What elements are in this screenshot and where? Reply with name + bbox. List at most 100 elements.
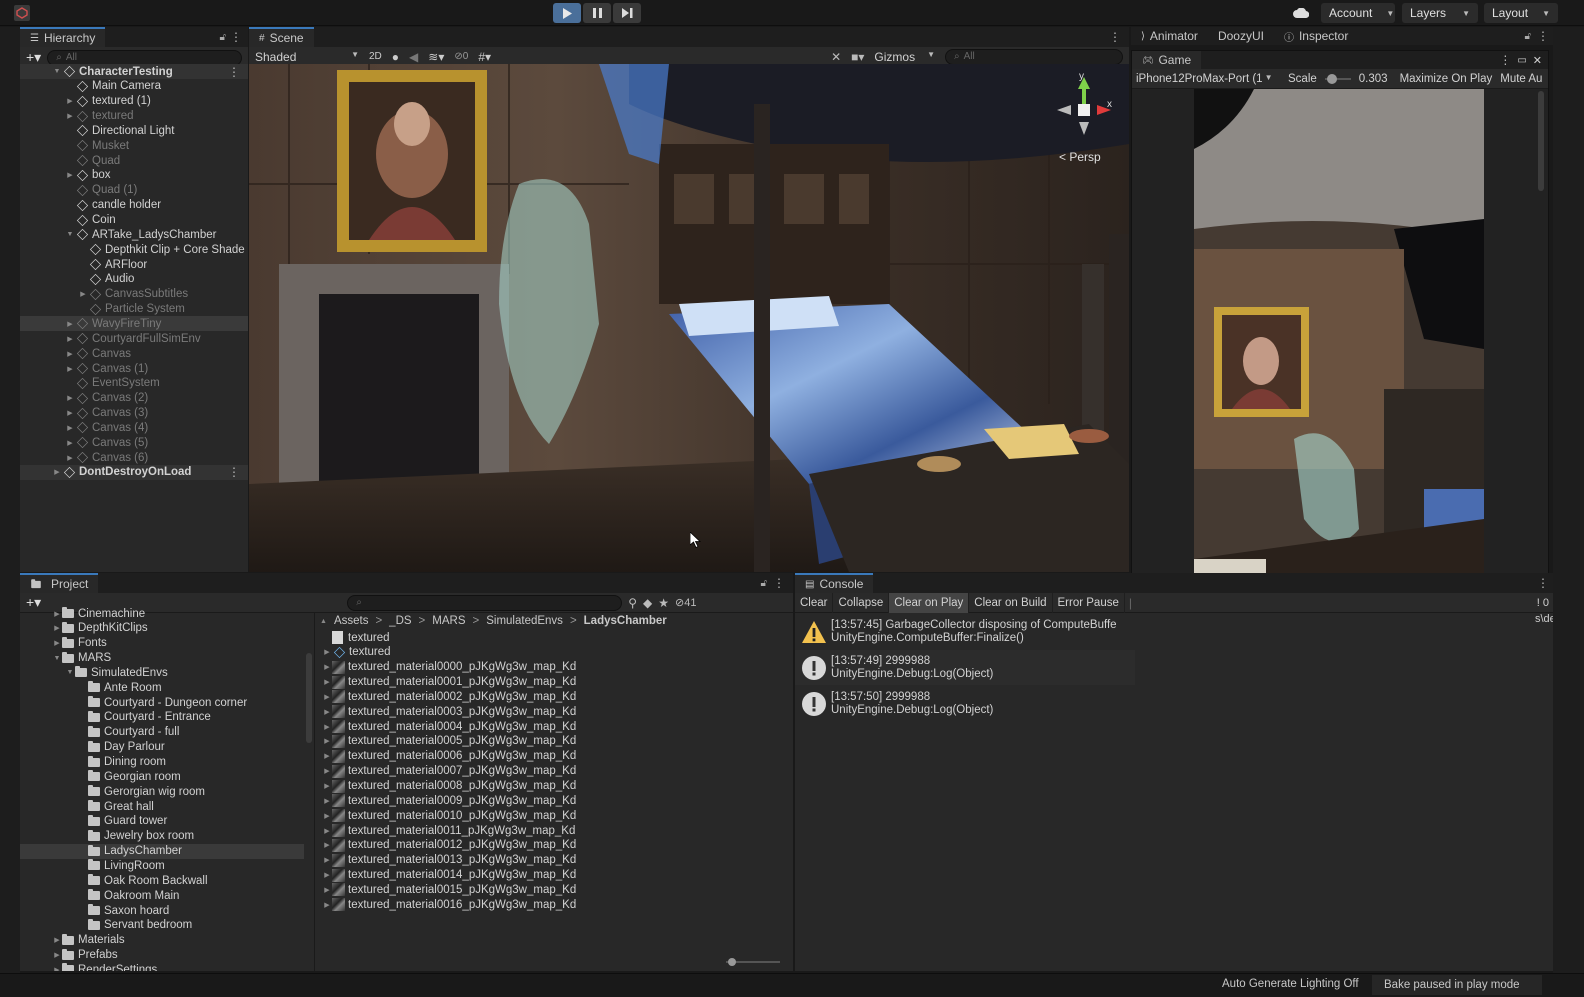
hierarchy-item[interactable]: candle holder xyxy=(20,198,248,213)
hierarchy-item[interactable]: ARFloor xyxy=(20,257,248,272)
hierarchy-item[interactable]: ▶ textured (1) xyxy=(20,94,248,109)
expand-arrow-icon[interactable]: ▼ xyxy=(52,655,62,662)
project-folder-item[interactable]: Saxon hoard xyxy=(20,903,304,918)
hierarchy-item[interactable]: Audio xyxy=(20,272,248,287)
filter-label-icon[interactable]: ◆ xyxy=(643,596,652,610)
project-folder-item[interactable]: Servant bedroom xyxy=(20,918,304,933)
expand-arrow-icon[interactable]: ▶ xyxy=(322,648,332,656)
expand-arrow-icon[interactable]: ▶ xyxy=(322,767,332,775)
expand-arrow-icon[interactable]: ▶ xyxy=(65,365,75,373)
project-folder-item[interactable]: Great hall xyxy=(20,799,304,814)
expand-arrow-icon[interactable]: ▶ xyxy=(322,737,332,745)
error-count-badge[interactable]: ! 0 xyxy=(1537,597,1553,609)
mute-audio-toggle[interactable]: Mute Au xyxy=(1500,73,1542,85)
breadcrumb-item[interactable]: MARS xyxy=(432,615,465,627)
expand-arrow-icon[interactable]: ▶ xyxy=(52,951,62,959)
audio-icon[interactable]: ◀ xyxy=(409,50,418,64)
lighting-icon[interactable]: ● xyxy=(392,50,399,64)
breadcrumb-item[interactable]: _DS xyxy=(389,615,411,627)
expand-arrow-icon[interactable]: ▶ xyxy=(52,468,62,476)
project-folder-item[interactable]: Gerorgian wig room xyxy=(20,784,304,799)
expand-arrow-icon[interactable]: ▶ xyxy=(322,782,332,790)
hierarchy-item[interactable]: ▶ Canvas (2) xyxy=(20,391,248,406)
expand-arrow-icon[interactable]: ▶ xyxy=(322,678,332,686)
scene-viewport[interactable]: y x < Persp xyxy=(249,64,1129,572)
pause-button[interactable] xyxy=(583,3,611,23)
scene-search-input[interactable]: ⌕ All xyxy=(945,48,1123,65)
project-file-item[interactable]: ▶ textured_material0002_pJKgWg3w_map_Kd xyxy=(320,689,793,704)
project-folder-item[interactable]: Guard tower xyxy=(20,814,304,829)
project-file-item[interactable]: ▶ textured_material0014_pJKgWg3w_map_Kd xyxy=(320,868,793,883)
expand-arrow-icon[interactable]: ▶ xyxy=(322,827,332,835)
expand-arrow-icon[interactable]: ▶ xyxy=(65,350,75,358)
hierarchy-item[interactable]: ▼ CharacterTesting ⋮ xyxy=(20,64,248,79)
expand-arrow-icon[interactable]: ▶ xyxy=(322,693,332,701)
hierarchy-item[interactable]: Coin xyxy=(20,213,248,228)
account-dropdown[interactable]: Account ▼ xyxy=(1321,3,1395,23)
play-button[interactable] xyxy=(553,3,581,23)
console-collapse-button[interactable]: Collapse xyxy=(833,592,890,613)
hierarchy-item[interactable]: Directional Light xyxy=(20,123,248,138)
more-options-icon[interactable]: ⋮ xyxy=(230,30,248,44)
hidden-packages-icon[interactable]: ⊘41 xyxy=(675,596,696,609)
project-file-item[interactable]: ▶ textured_material0009_pJKgWg3w_map_Kd xyxy=(320,793,793,808)
expand-arrow-icon[interactable]: ▶ xyxy=(322,856,332,864)
expand-arrow-icon[interactable]: ▶ xyxy=(322,871,332,879)
expand-arrow-icon[interactable]: ▶ xyxy=(322,752,332,760)
expand-arrow-icon[interactable]: ▶ xyxy=(65,394,75,402)
console-clear-on-build-button[interactable]: Clear on Build xyxy=(969,592,1053,613)
tab-project[interactable]: Project xyxy=(20,573,99,593)
expand-arrow-icon[interactable]: ▶ xyxy=(52,936,62,944)
maximize-icon[interactable]: ▭ xyxy=(1517,55,1532,66)
console-message[interactable]: [13:57:45] GarbageCollector disposing of… xyxy=(795,614,1135,649)
project-folder-item[interactable]: ▼ MARS xyxy=(20,651,304,666)
expand-arrow-icon[interactable]: ▶ xyxy=(52,610,62,618)
hierarchy-item[interactable]: ▶ textured xyxy=(20,109,248,124)
project-file-item[interactable]: ▶ textured_material0008_pJKgWg3w_map_Kd xyxy=(320,779,793,794)
project-folder-item[interactable]: Oakroom Main xyxy=(20,888,304,903)
project-file-item[interactable]: ▶ textured_material0004_pJKgWg3w_map_Kd xyxy=(320,719,793,734)
layout-dropdown[interactable]: Layout ▼ xyxy=(1484,3,1558,23)
more-options-icon[interactable]: ⋮ xyxy=(1537,576,1553,590)
lock-icon[interactable]: 🔓︎ xyxy=(761,578,773,589)
hierarchy-item[interactable]: Depthkit Clip + Core Shade xyxy=(20,242,248,257)
expand-arrow-icon[interactable]: ▶ xyxy=(52,966,62,971)
expand-arrow-icon[interactable]: ▶ xyxy=(322,663,332,671)
filter-type-icon[interactable]: ⚲ xyxy=(628,596,637,610)
project-folder-item[interactable]: ▶ Prefabs xyxy=(20,948,304,963)
project-file-item[interactable]: ▶ textured_material0015_pJKgWg3w_map_Kd xyxy=(320,882,793,897)
tab-hierarchy[interactable]: ☰ Hierarchy xyxy=(20,27,106,47)
expand-arrow-icon[interactable]: ▶ xyxy=(65,97,75,105)
project-folder-item[interactable]: LadysChamber xyxy=(20,843,304,859)
hierarchy-item[interactable]: ▶ WavyFireTiny xyxy=(20,316,248,332)
toggle-2d-button[interactable]: 2D xyxy=(369,51,382,62)
project-folder-item[interactable]: Day Parlour xyxy=(20,740,304,755)
tab-inspector[interactable]: ⓘ Inspector xyxy=(1273,27,1359,45)
expand-arrow-icon[interactable]: ▶ xyxy=(65,320,75,328)
gizmos-dropdown[interactable]: Gizmos ▼ xyxy=(874,50,935,64)
expand-arrow-icon[interactable]: ▼ xyxy=(52,68,62,75)
hierarchy-item[interactable]: Musket xyxy=(20,138,248,153)
hierarchy-item[interactable]: ▶ Canvas (3) xyxy=(20,406,248,421)
project-file-item[interactable]: ▶ textured_material0013_pJKgWg3w_map_Kd xyxy=(320,853,793,868)
expand-arrow-icon[interactable]: ▶ xyxy=(322,841,332,849)
hierarchy-item[interactable]: ▶ Canvas xyxy=(20,346,248,361)
hierarchy-item[interactable]: EventSystem xyxy=(20,376,248,391)
breadcrumb-item[interactable]: Assets xyxy=(334,615,369,627)
cloud-icon[interactable] xyxy=(1287,3,1315,23)
close-icon[interactable]: ✕ xyxy=(1533,54,1548,67)
project-file-item[interactable]: ▶ textured_material0011_pJKgWg3w_map_Kd xyxy=(320,823,793,838)
project-folder-item[interactable]: Georgian room xyxy=(20,769,304,784)
console-message[interactable]: [13:57:50] 2999988 UnityEngine.Debug:Log(… xyxy=(795,686,1135,721)
project-file-item[interactable]: ▶ textured_material0016_pJKgWg3w_map_Kd xyxy=(320,897,793,912)
device-dropdown[interactable]: iPhone12ProMax-Port (1 ▼ xyxy=(1136,73,1280,85)
project-file-item[interactable]: ▶ textured_material0010_pJKgWg3w_map_Kd xyxy=(320,808,793,823)
unity-logo-icon[interactable] xyxy=(14,5,30,21)
expand-arrow-icon[interactable]: ▶ xyxy=(52,639,62,647)
more-options-icon[interactable]: ⋮ xyxy=(1537,29,1553,43)
scroll-up-icon[interactable]: ▲ xyxy=(320,618,327,625)
project-folder-item[interactable]: Courtyard - Dungeon corner xyxy=(20,695,304,710)
tools-icon[interactable]: ✕ xyxy=(831,50,841,64)
expand-arrow-icon[interactable]: ▶ xyxy=(322,886,332,894)
expand-arrow-icon[interactable]: ▶ xyxy=(52,624,62,632)
